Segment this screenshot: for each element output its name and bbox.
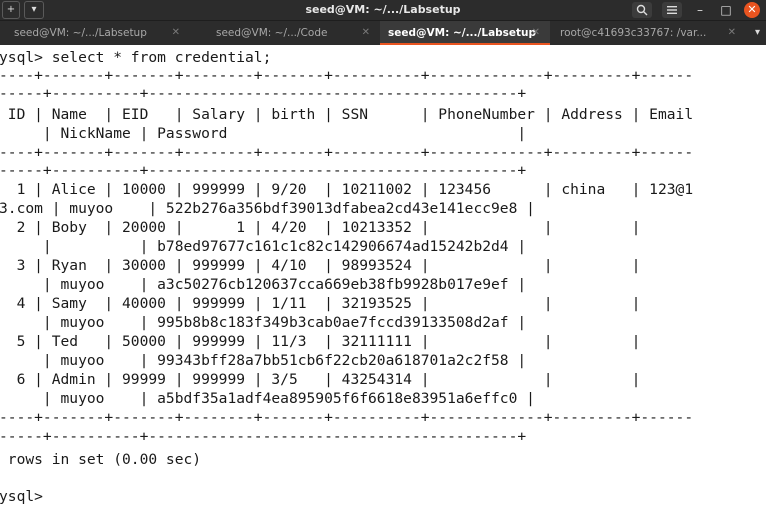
terminal-line-row: 6 | Admin | 99999 | 999999 | 3/5 | 43254… [0,371,641,388]
terminal-line-border: ----+-------+-------+--------+-------+--… [0,409,694,426]
maximize-button[interactable]: □ [718,2,734,18]
terminal-line-row: 5 | Ted | 50000 | 999999 | 11/3 | 321111… [0,333,641,350]
search-icon [636,4,648,16]
terminal-line-row: 3 | Ryan | 30000 | 999999 | 4/10 | 98993… [0,257,641,274]
terminal-line-border: ----+-------+-------+--------+-------+--… [0,144,694,161]
terminal-line-prompt: ysql> [0,488,43,505]
tab-root-container[interactable]: root@c41693c33767: /var... ✕ [550,21,746,45]
close-button[interactable]: ✕ [744,2,760,18]
terminal-line-border: -----+----------+-----------------------… [0,162,527,179]
tab-close-icon[interactable]: ✕ [728,21,736,45]
minimize-button[interactable]: – [692,2,708,18]
terminal-line-prompt: ysql> select * from credential; [0,49,272,66]
tab-label: root@c41693c33767: /var... [560,27,707,39]
tab-close-icon[interactable]: ✕ [172,21,180,45]
search-button[interactable] [632,2,652,18]
tab-labsetup-active[interactable]: seed@VM: ~/.../Labsetup ✕ [380,21,550,45]
terminal-line-row: 4 | Samy | 40000 | 999999 | 1/11 | 32193… [0,295,641,312]
terminal-line-row: | muyoo | 995b8b8c183f349b3cab0ae7fccd39… [0,314,527,331]
tab-label: seed@VM: ~/.../Code [216,27,328,39]
terminal-line-row: 2 | Boby | 20000 | 1 | 4/20 | 10213352 |… [0,219,641,236]
tab-close-icon[interactable]: ✕ [532,21,540,45]
terminal-line-header: ID | Name | EID | Salary | birth | SSN |… [0,106,694,123]
terminal-line-row: 3.com | muyoo | 522b276a356bdf39013dfabe… [0,200,535,217]
terminal-line-header: | NickName | Password | [0,125,527,142]
terminal-line-result-count: rows in set (0.00 sec) [0,451,202,468]
hamburger-menu-button[interactable] [662,2,682,18]
chevron-down-icon: ▾ [31,4,37,15]
terminal-line-border: ----+-------+-------+--------+-------+--… [0,67,694,84]
terminal-line-border: -----+----------+-----------------------… [0,428,527,445]
new-tab-button[interactable]: + [2,1,20,19]
titlebar-left-controls: + ▾ [0,0,44,20]
tab-close-icon[interactable]: ✕ [362,21,370,45]
titlebar-right-controls: – □ ✕ [632,0,760,20]
tab-bar: seed@VM: ~/.../Labsetup ✕ seed@VM: ~/.../… [0,20,766,45]
tab-label: seed@VM: ~/.../Labsetup [388,27,537,39]
tab-menu-button[interactable]: ▾ [24,1,44,19]
terminal-line-row: | | b78ed97677c161c1c82c142906674ad15242… [0,238,527,255]
tab-labsetup-1[interactable]: seed@VM: ~/.../Labsetup ✕ [0,21,190,45]
terminal-output[interactable]: ysql> select * from credential; ----+---… [0,46,766,512]
tab-label: seed@VM: ~/.../Labsetup [14,27,147,39]
window-titlebar: + ▾ seed@VM: ~/.../Labsetup – □ ✕ [0,0,766,20]
tab-code[interactable]: seed@VM: ~/.../Code ✕ [190,21,380,45]
terminal-line-border: -----+----------+-----------------------… [0,85,527,102]
terminal-line-row: 1 | Alice | 10000 | 999999 | 9/20 | 1021… [0,181,694,198]
terminal-line-row: | muyoo | a5bdf35a1adf4ea895905f6f6618e8… [0,390,535,407]
terminal-line-row: | muyoo | 99343bff28a7bb51cb6f22cb20a618… [0,352,527,369]
chevron-down-icon: ▾ [754,27,760,38]
plus-icon: + [6,4,16,15]
hamburger-icon [667,6,677,14]
tabs-overflow-button[interactable]: ▾ [755,21,760,45]
terminal-line-row: | muyoo | a3c50276cb120637cca669eb38fb99… [0,276,527,293]
